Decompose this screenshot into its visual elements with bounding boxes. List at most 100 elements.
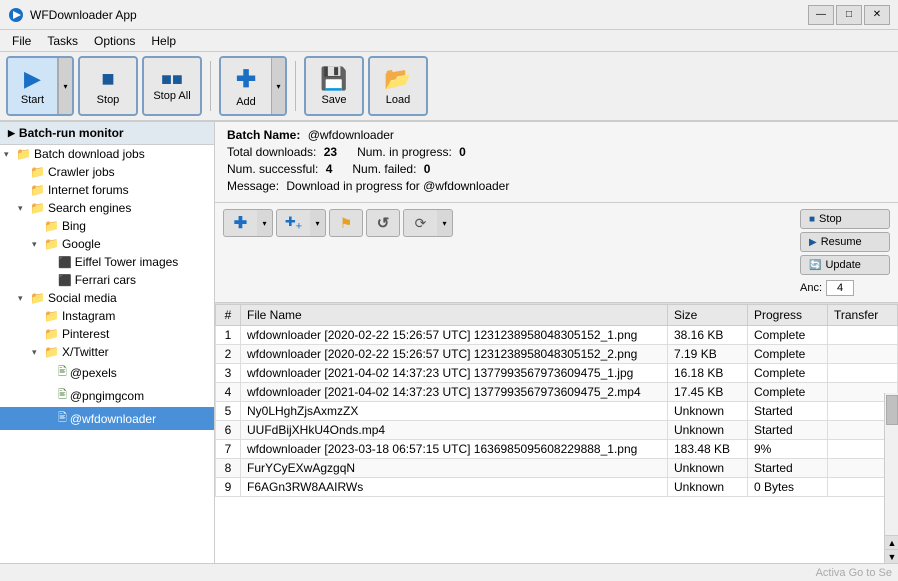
refresh-icon: ↺ [377,214,390,232]
stop-icon: ■ [101,66,114,92]
menu-tasks[interactable]: Tasks [39,32,86,50]
scrollbar-track[interactable]: ▲ ▼ [884,393,898,563]
start-button[interactable]: ▶ Start [8,58,58,114]
menu-options[interactable]: Options [86,32,143,50]
table-row[interactable]: 9F6AGn3RW8AAIRWsUnknown0 Bytes [216,478,898,497]
start-button-group: ▶ Start ▾ [6,56,74,116]
col-header-size[interactable]: Size [668,305,748,326]
cell-progress: Complete [748,383,828,402]
cell-filename: wfdownloader [2021-04-02 14:37:23 UTC] 1… [241,364,668,383]
cell-filename: wfdownloader [2020-02-22 15:26:57 UTC] 1… [241,326,668,345]
update-ctrl-button[interactable]: 🔄 Update [800,255,890,275]
load-button[interactable]: 📂 Load [368,56,428,116]
sidebar-item-search-engines[interactable]: ▾📁Search engines [0,199,214,217]
col-header-name[interactable]: File Name [241,305,668,326]
stop-ctrl-button[interactable]: ■ Stop [800,209,890,229]
col-header-num[interactable]: # [216,305,241,326]
sidebar-item-eiffel-tower[interactable]: ⬛Eiffel Tower images [0,253,214,271]
resume-ctrl-button[interactable]: ▶ Resume [800,232,890,252]
stop-button[interactable]: ■ Stop [78,56,138,116]
start-label: Start [21,94,44,106]
sidebar-item-pngimgcom[interactable]: 🖹@pngimgcom [0,384,214,407]
expand-arrow-social-media: ▾ [18,293,30,304]
table-row[interactable]: 2wfdownloader [2020-02-22 15:26:57 UTC] … [216,345,898,364]
sidebar-item-crawler-jobs[interactable]: 📁Crawler jobs [0,163,214,181]
cell-progress: Started [748,402,828,421]
add-button[interactable]: ✚ Add [221,58,271,114]
sidebar-header[interactable]: ▶ Batch-run monitor [0,122,214,145]
scrollbar-thumb[interactable] [886,395,898,425]
resume-ctrl-icon: ▶ [809,237,817,248]
cell-size: 38.16 KB [668,326,748,345]
anc-label: Anc: [800,282,822,294]
table-row[interactable]: 6UUFdBijXHkU4Onds.mp4UnknownStarted [216,421,898,440]
sidebar-item-google[interactable]: ▾📁Google [0,235,214,253]
add-batch-dropdown[interactable]: ▾ [310,209,326,237]
cell-size: Unknown [668,421,748,440]
sidebar-expand-icon: ▶ [8,128,15,139]
main-content: ▶ Batch-run monitor ▾📁Batch download job… [0,122,898,563]
rotate-dropdown[interactable]: ▾ [437,209,453,237]
cell-progress: Complete [748,364,828,383]
sidebar-item-batch-jobs[interactable]: ▾📁Batch download jobs [0,145,214,163]
close-button[interactable]: ✕ [864,5,890,25]
table-row[interactable]: 5Ny0LHghZjsAxmzZXUnknownStarted [216,402,898,421]
save-button[interactable]: 💾 Save [304,56,364,116]
batch-name-label: Batch Name: @wfdownloader [227,128,394,142]
sidebar-item-x-twitter[interactable]: ▾📁X/Twitter [0,343,214,361]
sidebar-item-pinterest[interactable]: 📁Pinterest [0,325,214,343]
cell-progress: 0 Bytes [748,478,828,497]
expand-arrow-google: ▾ [32,239,44,250]
sidebar-label-pngimgcom: @pngimgcom [70,389,144,403]
expand-arrow-search-engines: ▾ [18,203,30,214]
window-controls: — □ ✕ [808,5,890,25]
stop-all-icon: ■■ [161,70,183,88]
flag-button[interactable]: ⚑ [329,209,363,237]
start-dropdown[interactable]: ▾ [58,58,72,114]
add-url-button[interactable]: ✚ [223,209,257,237]
table-row[interactable]: 4wfdownloader [2021-04-02 14:37:23 UTC] … [216,383,898,402]
cell-filename: wfdownloader [2020-02-22 15:26:57 UTC] 1… [241,345,668,364]
minimize-button[interactable]: — [808,5,834,25]
sidebar-item-instagram[interactable]: 📁Instagram [0,307,214,325]
rotate-button[interactable]: ⟳ [403,209,437,237]
sidebar-label-pinterest: Pinterest [62,327,109,341]
scrollbar-up[interactable]: ▲ [885,535,898,549]
cell-progress: Started [748,459,828,478]
title-bar: WFDownloader App — □ ✕ [0,0,898,30]
stop-all-button[interactable]: ■■ Stop All [142,56,202,116]
scrollbar-down[interactable]: ▼ [885,549,898,563]
sidebar-label-crawler-jobs: Crawler jobs [48,165,115,179]
table-row[interactable]: 1wfdownloader [2020-02-22 15:26:57 UTC] … [216,326,898,345]
table-row[interactable]: 8FurYCyEXwAgzgqNUnknownStarted [216,459,898,478]
menu-help[interactable]: Help [143,32,184,50]
sidebar-item-bing[interactable]: 📁Bing [0,217,214,235]
col-header-transfer[interactable]: Transfer [828,305,898,326]
sidebar-item-ferrari-cars[interactable]: ⬛Ferrari cars [0,271,214,289]
folder-icon-bing: 📁 [44,219,59,233]
sidebar-item-internet-forums[interactable]: 📁Internet forums [0,181,214,199]
anc-input[interactable] [826,280,854,296]
table-row[interactable]: 7wfdownloader [2023-03-18 06:57:15 UTC] … [216,440,898,459]
menu-file[interactable]: File [4,32,39,50]
sidebar-item-pexels[interactable]: 🖹@pexels [0,361,214,384]
sidebar-item-wfdownloader[interactable]: 🖹@wfdownloader [0,407,214,430]
add-dropdown[interactable]: ▾ [271,58,285,114]
table-row[interactable]: 3wfdownloader [2021-04-02 14:37:23 UTC] … [216,364,898,383]
toolbar: ▶ Start ▾ ■ Stop ■■ Stop All ✚ Add ▾ 💾 S… [0,52,898,122]
toolbar-sep-1 [210,61,211,111]
sidebar-label-search-engines: Search engines [48,201,131,215]
add-batch-button[interactable]: ✚+ [276,209,310,237]
load-icon: 📂 [384,66,411,92]
col-header-progress[interactable]: Progress [748,305,828,326]
num-in-progress: Num. in progress: 0 [357,145,466,159]
sidebar-item-social-media[interactable]: ▾📁Social media [0,289,214,307]
maximize-button[interactable]: □ [836,5,862,25]
add-url-dropdown[interactable]: ▾ [257,209,273,237]
stop-ctrl-label: Stop [819,213,842,225]
load-label: Load [386,94,410,106]
cell-num: 4 [216,383,241,402]
refresh-button[interactable]: ↺ [366,209,400,237]
add-icon: ✚ [236,65,256,94]
cell-progress: Complete [748,345,828,364]
